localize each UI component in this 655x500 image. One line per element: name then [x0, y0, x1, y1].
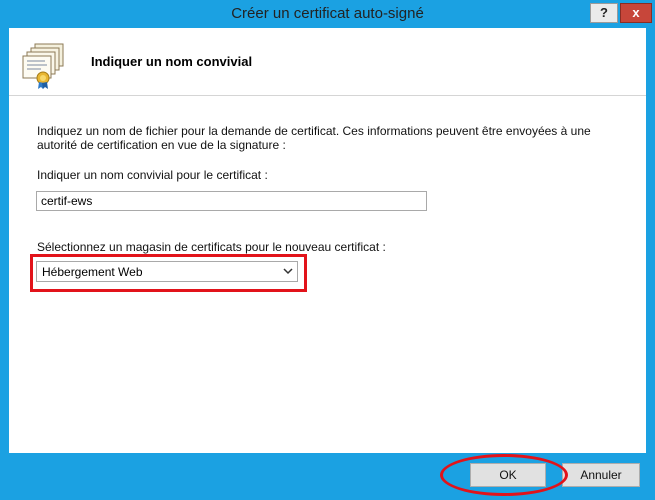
store-selected-value: Hébergement Web — [42, 265, 143, 279]
window-title: Créer un certificat auto-signé — [231, 5, 424, 22]
dialog-header: Indiquer un nom convivial — [9, 28, 646, 96]
content-panel: Indiquez un nom de fichier pour la deman… — [9, 96, 646, 453]
dialog-window: Créer un certificat auto-signé ? x Indiq… — [0, 0, 655, 500]
chevron-down-icon — [283, 265, 293, 280]
certificate-stack-icon — [21, 42, 69, 90]
help-button[interactable]: ? — [590, 3, 618, 23]
cancel-button[interactable]: Annuler — [562, 463, 640, 487]
description-text: Indiquez un nom de fichier pour la deman… — [37, 124, 591, 152]
friendly-name-input[interactable] — [36, 191, 427, 211]
store-label: Sélectionnez un magasin de certificats p… — [37, 240, 386, 254]
title-bar: Créer un certificat auto-signé ? x — [0, 0, 655, 28]
header-title: Indiquer un nom convivial — [91, 54, 253, 69]
certificate-store-select[interactable]: Hébergement Web — [36, 261, 298, 282]
friendly-name-label: Indiquer un nom convivial pour le certif… — [37, 168, 268, 182]
close-button[interactable]: x — [620, 3, 652, 23]
ok-highlight-ellipse — [440, 454, 568, 496]
